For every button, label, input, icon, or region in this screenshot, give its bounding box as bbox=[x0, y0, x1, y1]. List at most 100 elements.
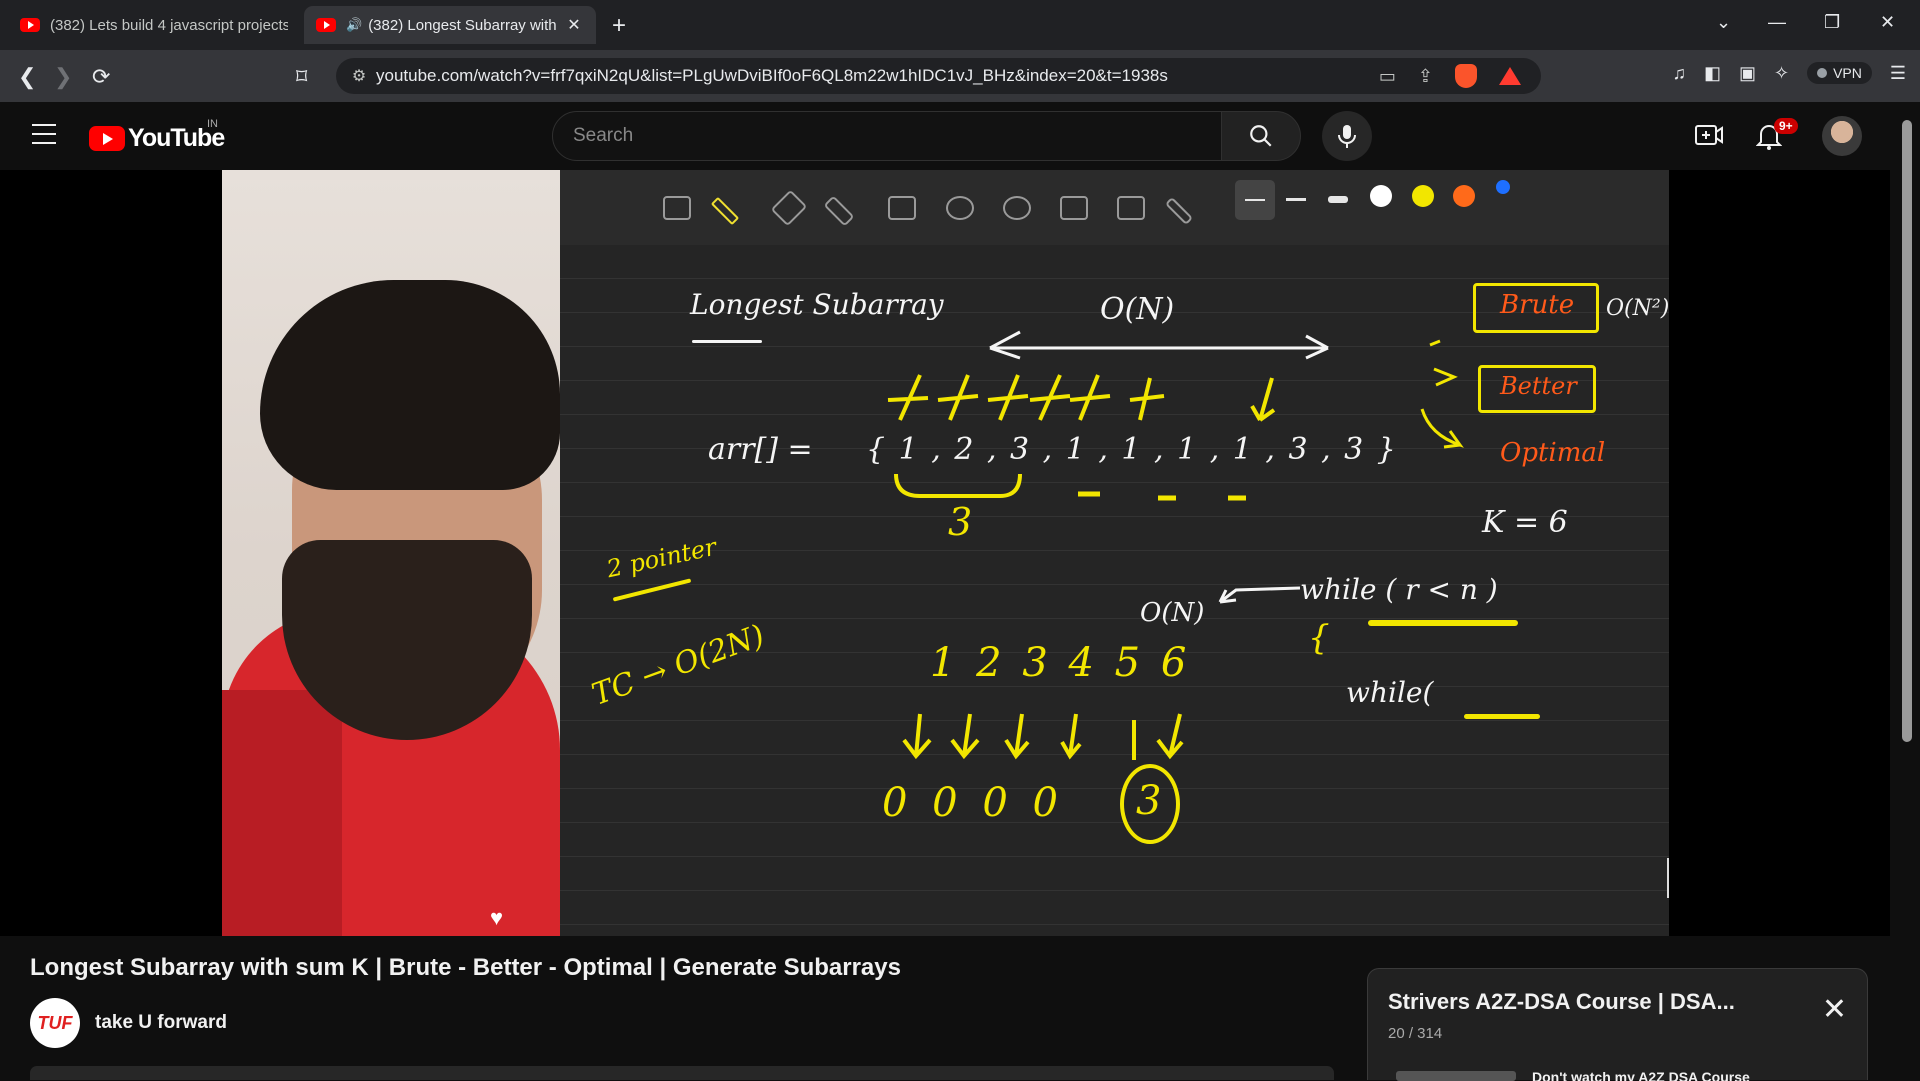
arrow-span-icon bbox=[989, 330, 1329, 360]
note-zero-row: 0 0 0 0 bbox=[882, 780, 1064, 826]
media-controls-icon[interactable]: ♫ bbox=[1672, 63, 1686, 84]
crossed-pointers-icon bbox=[887, 374, 1276, 422]
search-button[interactable] bbox=[1221, 111, 1301, 161]
note-heading: Longest Subarray bbox=[690, 288, 944, 321]
browser-tab-inactive[interactable]: (382) Lets build 4 javascript projects bbox=[8, 6, 300, 44]
channel-name-link[interactable]: take U forward bbox=[95, 1012, 227, 1034]
vpn-button[interactable]: VPN bbox=[1807, 62, 1872, 84]
guide-menu-icon[interactable] bbox=[32, 124, 56, 144]
note-brute: Brute bbox=[1500, 290, 1575, 320]
note-index-row: 1 2 3 4 5 6 bbox=[930, 640, 1191, 686]
progression-arrows-icon bbox=[1420, 339, 1464, 449]
note-better: Better bbox=[1500, 372, 1577, 400]
channel-avatar[interactable]: TUF bbox=[30, 998, 80, 1048]
account-avatar[interactable] bbox=[1822, 116, 1862, 156]
color-white-swatch[interactable] bbox=[1370, 185, 1392, 207]
restore-window-button[interactable]: ❐ bbox=[1824, 12, 1840, 33]
heading-underline bbox=[692, 340, 762, 343]
presenter-webcam: ♥ bbox=[222, 170, 560, 936]
share-icon[interactable]: ⇪ bbox=[1418, 66, 1433, 87]
leo-ai-icon[interactable]: ✧ bbox=[1774, 63, 1789, 84]
search-icon bbox=[1250, 125, 1272, 147]
arrow-to-while-icon bbox=[1218, 586, 1301, 604]
scrollbar-thumb[interactable] bbox=[1902, 120, 1912, 742]
whiteboard-toolbar bbox=[560, 170, 1669, 245]
brave-shields-icon[interactable] bbox=[1455, 64, 1477, 88]
address-bar[interactable]: ⚙ youtube.com/watch?v=frf7qxiN2qU&list=P… bbox=[336, 58, 1541, 94]
browser-tabstrip: (382) Lets build 4 javascript projects 🔊… bbox=[0, 0, 1920, 50]
player-edge-marker bbox=[1667, 858, 1669, 898]
note-optimal: Optimal bbox=[1500, 438, 1606, 468]
youtube-favicon-icon bbox=[20, 18, 40, 32]
stroke-medium-button[interactable] bbox=[1276, 180, 1316, 220]
vpn-label: VPN bbox=[1833, 65, 1862, 81]
note-k-value: K = 6 bbox=[1482, 505, 1568, 540]
youtube-play-icon bbox=[89, 126, 125, 151]
menu-icon[interactable]: ☰ bbox=[1890, 63, 1906, 84]
cast-icon[interactable]: ▭ bbox=[1379, 66, 1396, 87]
sticker-tool-icon[interactable] bbox=[1003, 196, 1031, 220]
insert-image-tool-icon[interactable] bbox=[663, 196, 691, 220]
shapes-tool-icon[interactable] bbox=[888, 196, 916, 220]
stroke-thin-button[interactable] bbox=[1235, 180, 1275, 220]
laser-pointer-tool-icon[interactable] bbox=[1164, 196, 1194, 226]
speaker-icon[interactable]: 🔊 bbox=[346, 17, 362, 33]
highlighter-tool-icon[interactable] bbox=[823, 195, 855, 227]
vpn-shield-icon bbox=[1817, 68, 1828, 78]
note-array-values: { 1 , 2 , 3 , 1 , 1 , 1 , 1 , 3 , 3 } bbox=[866, 432, 1398, 467]
tab-search-chevron-icon[interactable]: ⌄ bbox=[1716, 12, 1731, 33]
playlist-panel: Strivers A2Z-DSA Course | DSA... 20 / 31… bbox=[1367, 968, 1868, 1081]
youtube-logo[interactable]: YouTube IN bbox=[89, 118, 225, 153]
color-picker-swatch[interactable] bbox=[1496, 180, 1510, 194]
presenter-hair bbox=[260, 280, 560, 490]
lasso-tool-icon[interactable] bbox=[946, 196, 974, 220]
color-yellow-swatch[interactable] bbox=[1412, 185, 1434, 207]
color-orange-swatch[interactable] bbox=[1453, 185, 1475, 207]
close-tab-icon[interactable]: ✕ bbox=[564, 15, 584, 35]
eraser-tool-icon[interactable] bbox=[770, 189, 808, 227]
downward-arrows-icon bbox=[902, 713, 1184, 760]
browser-tab-active[interactable]: 🔊 (382) Longest Subarray with ✕ bbox=[304, 6, 596, 44]
hoodie-shade bbox=[222, 690, 342, 936]
minimize-window-button[interactable]: — bbox=[1768, 12, 1786, 33]
sidebar-icon[interactable]: ◧ bbox=[1704, 63, 1721, 84]
search-box[interactable] bbox=[552, 111, 1222, 161]
note-array-label: arr[] = bbox=[708, 432, 813, 467]
note-brute-complexity: O(N²) bbox=[1606, 296, 1670, 321]
note-circled-value: 3 bbox=[1136, 778, 1162, 824]
text-tool-icon[interactable] bbox=[1117, 196, 1145, 220]
country-code: IN bbox=[207, 118, 218, 130]
search-input[interactable] bbox=[573, 125, 1221, 147]
notification-count-badge: 9+ bbox=[1774, 118, 1798, 134]
brave-rewards-icon[interactable] bbox=[1499, 67, 1521, 85]
close-window-button[interactable]: ✕ bbox=[1880, 12, 1895, 33]
bookmark-icon[interactable]: ⌑ bbox=[296, 64, 307, 90]
site-settings-icon[interactable]: ⚙ bbox=[342, 66, 376, 86]
playlist-title-link[interactable]: Strivers A2Z-DSA Course | DSA... bbox=[1388, 989, 1735, 1015]
close-playlist-icon[interactable]: ✕ bbox=[1822, 995, 1847, 1025]
voice-search-button[interactable] bbox=[1322, 111, 1372, 161]
video-title: Longest Subarray with sum K | Brute - Be… bbox=[30, 954, 901, 981]
wallet-icon[interactable]: ▣ bbox=[1739, 63, 1756, 84]
channel-logo-text: TUF bbox=[37, 1012, 73, 1033]
note-while-inner: while( bbox=[1346, 676, 1434, 709]
next-video-title[interactable]: Don't watch my A2Z DSA Course bbox=[1532, 1069, 1792, 1081]
hoodie-logo-icon: ♥ bbox=[490, 905, 504, 930]
note-brace-sum: 3 bbox=[948, 500, 973, 544]
reload-icon[interactable]: ⟳ bbox=[92, 64, 110, 90]
note-while-outer: while ( r < n ) bbox=[1300, 573, 1498, 606]
note-complexity-mid: O(N) bbox=[1140, 598, 1205, 628]
create-video-icon[interactable] bbox=[1694, 122, 1724, 148]
page-scrollbar[interactable] bbox=[1896, 102, 1920, 1080]
browser-toolbar: ❮ ❯ ⟳ ⌑ ⚙ youtube.com/watch?v=frf7qxiN2q… bbox=[0, 50, 1920, 102]
playlist-position: 20 / 314 bbox=[1388, 1025, 1443, 1042]
forward-arrow-icon[interactable]: ❯ bbox=[54, 64, 72, 90]
video-player[interactable]: ♥ Longest Subarray O(N) arr[] = {1 , 2 … bbox=[0, 170, 1890, 936]
image-tool-icon[interactable] bbox=[1060, 196, 1088, 220]
back-arrow-icon[interactable]: ❮ bbox=[18, 64, 36, 90]
pen-tool-icon[interactable] bbox=[710, 196, 740, 226]
url-text[interactable]: youtube.com/watch?v=frf7qxiN2qU&list=PLg… bbox=[376, 66, 1379, 86]
youtube-masthead: YouTube IN 9+ bbox=[0, 102, 1920, 170]
stroke-thick-button[interactable] bbox=[1318, 180, 1358, 220]
new-tab-button[interactable]: + bbox=[612, 12, 626, 40]
